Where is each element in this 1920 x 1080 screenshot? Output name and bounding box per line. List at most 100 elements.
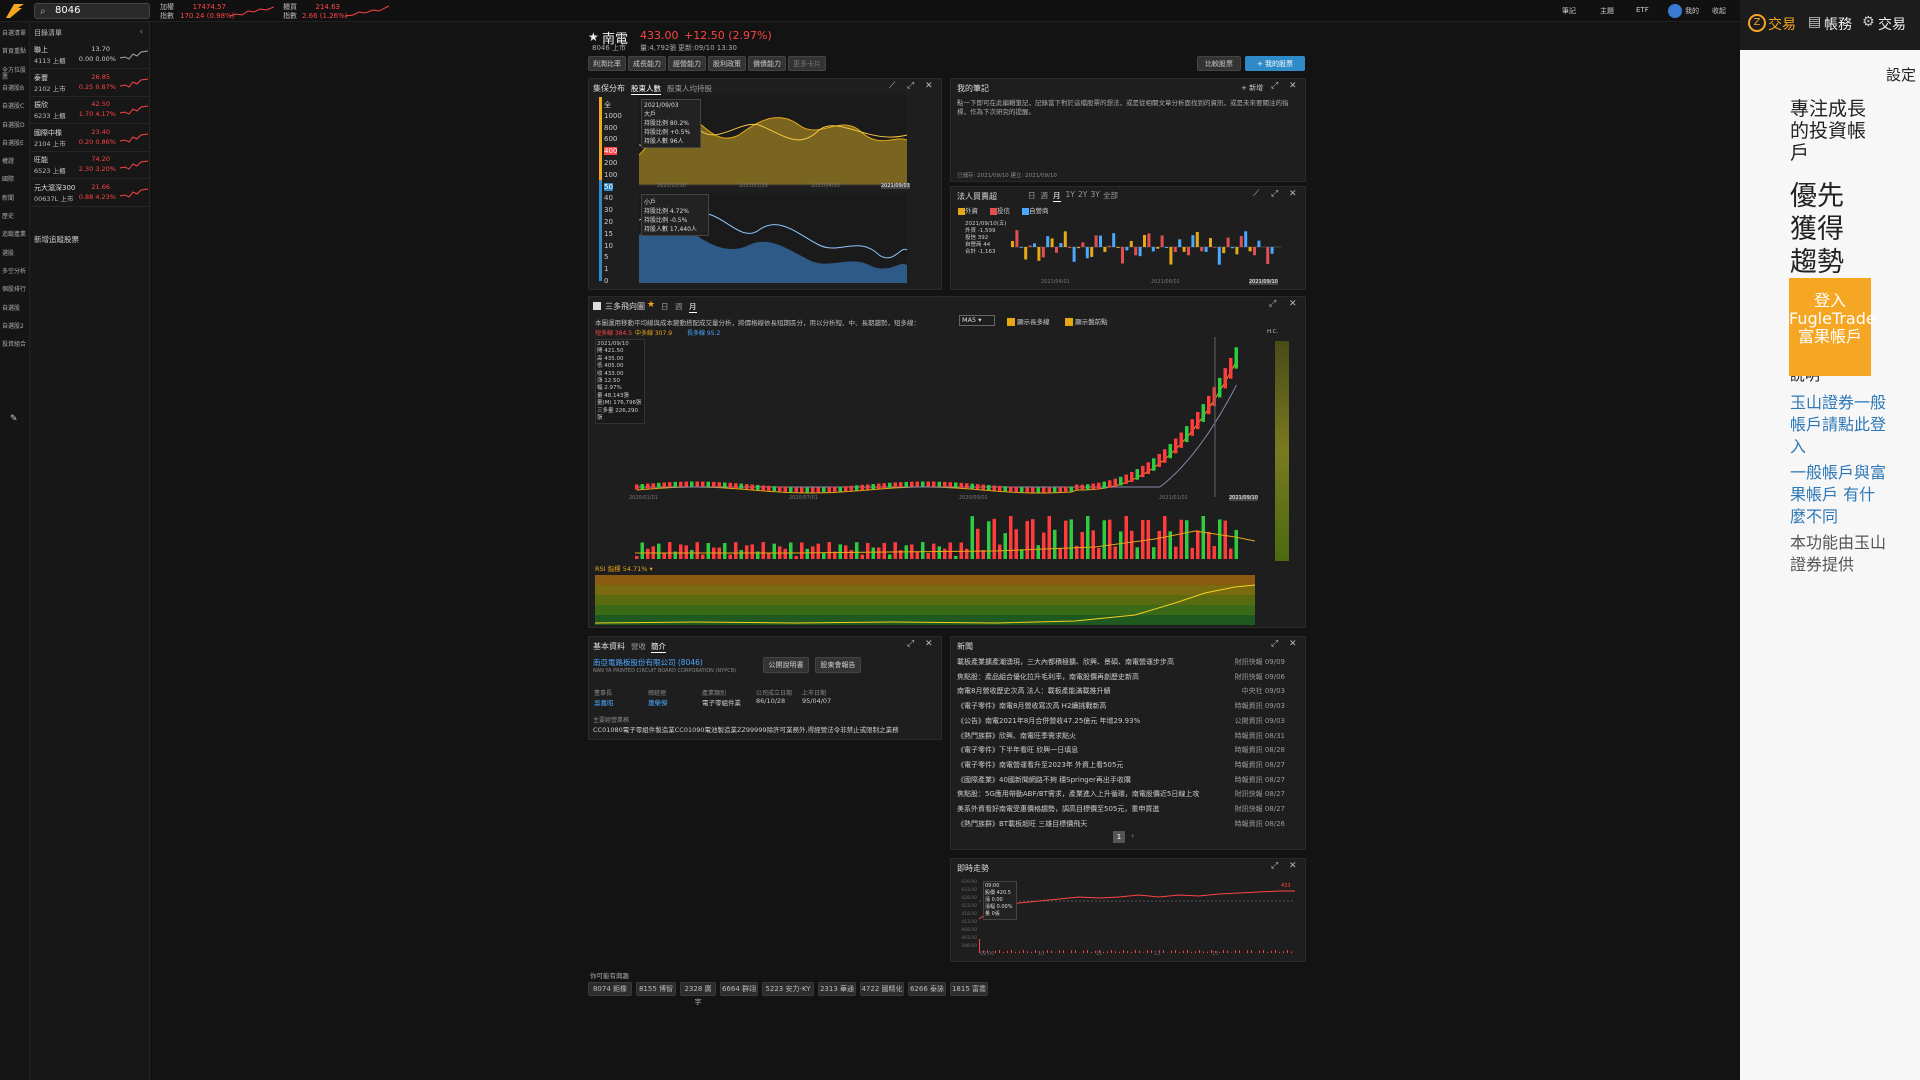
avatar[interactable] <box>1668 4 1682 18</box>
nav-item[interactable]: 多空分析 <box>2 268 28 275</box>
news-item[interactable]: 南電8月營收歷史次高 法人：載板產能滿載推升績 中央社 09/03 <box>951 684 1291 699</box>
trend-icon[interactable]: ⟋ <box>1253 189 1259 199</box>
holding-level[interactable]: 15 <box>604 230 613 238</box>
menu-me[interactable]: 我的 <box>1685 6 1699 16</box>
next-page-icon[interactable]: › <box>1131 831 1134 840</box>
toggle-long-line[interactable]: 顯示長多線 <box>1007 316 1050 326</box>
prospectus-button[interactable]: 公開說明書 <box>763 657 809 673</box>
nav-item[interactable]: 自選股C <box>2 103 28 110</box>
peer-stock-chip[interactable]: 1815 富喬 <box>950 982 988 996</box>
peer-stock-chip[interactable]: 2328 廣宇 <box>680 982 716 1006</box>
close-icon[interactable]: ✕ <box>1289 189 1297 199</box>
tab-day[interactable]: 日 <box>661 301 669 312</box>
nav-item[interactable]: 投資組合 <box>2 341 28 348</box>
inst-tab[interactable]: 3Y <box>1091 190 1100 199</box>
osc-label[interactable]: RSI 指標 54.71% ▾ <box>595 563 653 573</box>
peer-stock-chip[interactable]: 8155 博智 <box>636 982 676 996</box>
nav-item[interactable]: 權證 <box>2 158 28 165</box>
expand-icon[interactable]: ⤢ <box>1271 639 1278 649</box>
news-item[interactable]: 《國際產業》40國新聞網路不夠 穩Springer再出手收購 時報資訊 08/27 <box>951 773 1291 788</box>
settings-label[interactable]: 設定 <box>1886 64 1916 85</box>
tab-account[interactable]: 帳務 <box>1824 14 1852 34</box>
holding-level[interactable]: 10 <box>604 242 613 250</box>
menu-theme[interactable]: 主題 <box>1600 6 1614 16</box>
menu-notes[interactable]: 筆記 <box>1562 6 1576 16</box>
news-item[interactable]: 《熱門族群》BT載板超旺 三雄目標價飛天 時報資訊 08/26 <box>951 817 1291 832</box>
nav-item[interactable]: 新聞 <box>2 195 28 202</box>
nav-item[interactable]: 自選股 <box>2 305 28 312</box>
nav-item[interactable]: 自選股E <box>2 140 28 147</box>
news-item[interactable]: 焦點股：5G應用帶動ABF/BT需求，產業進入上升循環，南電股價近5日線上攻 財訊… <box>951 787 1291 802</box>
basic-field-value[interactable]: 蕭榮傑 <box>648 697 668 707</box>
news-item[interactable]: 載板產業擴產潮湧現，三大內都積極擴、欣興、景碩、南電營運步步高 財訊快報 09/0… <box>951 655 1291 670</box>
toolbar-button[interactable]: 成長能力 <box>628 56 666 71</box>
peer-stock-chip[interactable]: 6664 群翊 <box>720 982 758 996</box>
search-input[interactable]: ⌕ 8046 <box>34 3 150 19</box>
watchlist-row[interactable]: 振欣 6233 上櫃 42.50 1.70 4.17% <box>30 97 150 124</box>
tab-week[interactable]: 週 <box>675 301 683 312</box>
trend-icon[interactable]: ⟋ <box>889 81 895 91</box>
tab-avg-holding[interactable]: 股東人均持股 <box>667 83 712 94</box>
info-icon[interactable]: ★ <box>647 300 655 310</box>
compare-button[interactable]: 比較股票 <box>1197 56 1241 71</box>
inst-filter-checkbox[interactable]: 自營商 <box>1022 205 1049 215</box>
inst-tab[interactable]: 全部 <box>1103 190 1118 201</box>
add-note-button[interactable]: + 新增 <box>1241 83 1263 93</box>
nav-item[interactable]: 自選清單 <box>2 30 28 37</box>
nav-item[interactable]: 歷史 <box>2 213 28 220</box>
inst-tab[interactable]: 週 <box>1041 190 1049 201</box>
holding-level[interactable]: 5 <box>604 253 608 261</box>
holding-level[interactable]: 1000 <box>604 112 622 120</box>
watchlist-row[interactable]: 聯上 4113 上櫃 13.70 0.00 0.00% <box>30 42 150 69</box>
nav-item[interactable]: 首頁重點 <box>2 48 28 55</box>
nav-item[interactable]: 選股 <box>2 250 28 257</box>
toolbar-button[interactable]: 利潤比率 <box>588 56 626 71</box>
holding-level[interactable]: 50 <box>604 182 613 191</box>
peer-stock-chip[interactable]: 4722 國精化 <box>860 982 904 996</box>
menu-collapse[interactable]: 收起 <box>1712 6 1726 16</box>
news-item[interactable]: 焦點股：產品組合優化拉升毛利率，南電股價再創歷史新高 財訊快報 09/06 <box>951 670 1291 685</box>
news-item[interactable]: 《電子零件》南電營運看升至2023年 外資上看505元 時報資訊 08/27 <box>951 758 1291 773</box>
account-diff-link[interactable]: 一般帳戶與富果帳戶 有什麼不同 <box>1790 462 1886 528</box>
toolbar-button[interactable]: 經營能力 <box>668 56 706 71</box>
peer-stock-chip[interactable]: 6266 泰詠 <box>908 982 946 996</box>
nav-item[interactable]: 追蹤產業 <box>2 231 28 238</box>
tab-trade-2[interactable]: 交易 <box>1878 14 1906 34</box>
holding-level[interactable]: 200 <box>604 159 617 167</box>
expand-icon[interactable]: ⤢ <box>1271 81 1278 91</box>
close-icon[interactable]: ✕ <box>925 81 933 91</box>
my-stock-button[interactable]: + 我的股票 <box>1245 56 1305 71</box>
watchlist-header[interactable]: 目錄清單 <box>34 28 62 38</box>
pagination-current[interactable]: 1 <box>1113 831 1125 843</box>
basic-field-value[interactable]: 吳嘉昭 <box>594 697 614 707</box>
news-item[interactable]: 《公告》南電2021年8月合併營收47.25億元 年增29.93% 公開資訊 09… <box>951 714 1291 729</box>
holding-level[interactable]: 20 <box>604 218 613 226</box>
inst-filter-checkbox[interactable]: 投信 <box>990 205 1010 215</box>
nav-item[interactable]: 個股排行 <box>2 286 28 293</box>
index-otc[interactable]: 櫃買 指數 <box>283 3 297 21</box>
holding-level[interactable]: 400 <box>604 147 618 156</box>
close-icon[interactable]: ✕ <box>1289 639 1297 649</box>
watchlist-row[interactable]: 旺能 6523 上櫃 74.20 2.30 3.20% <box>30 152 150 179</box>
account-icon[interactable]: ▤ <box>1808 14 1821 30</box>
news-item[interactable]: 《熱門族群》欣興、南電旺季需求點火 時報資訊 08/31 <box>951 729 1291 744</box>
inst-tab[interactable]: 月 <box>1053 190 1061 202</box>
watchlist-row[interactable]: 泰豐 2102 上市 26.85 0.25 0.87% <box>30 70 150 97</box>
holding-level[interactable]: 1 <box>604 265 608 273</box>
collapse-icon[interactable]: ‹ <box>140 27 143 36</box>
close-icon[interactable]: ✕ <box>1289 861 1297 871</box>
watchlist-row[interactable]: 元大滬深300 00637L 上市 21.66 0.88 4.23% <box>30 180 150 207</box>
close-icon[interactable]: ✕ <box>925 639 933 649</box>
news-item[interactable]: 《電子零件》下半年看旺 欣興一日填息 時報資訊 08/28 <box>951 743 1291 758</box>
toolbar-button[interactable]: 股利政策 <box>708 56 746 71</box>
expand-icon[interactable]: ⤢ <box>1271 189 1278 199</box>
inst-tab[interactable]: 1Y <box>1066 190 1075 199</box>
toolbar-button[interactable]: 更多卡片 <box>788 56 826 71</box>
holding-level[interactable]: 800 <box>604 124 617 132</box>
add-watch-link[interactable]: 新增追蹤股票 <box>34 234 79 245</box>
menu-etf[interactable]: ETF <box>1636 6 1649 14</box>
ma-select[interactable]: MA5 ▾ <box>959 315 995 326</box>
peer-stock-chip[interactable]: 8074 鉅橡 <box>588 982 632 996</box>
index-taiex[interactable]: 加權 指數 <box>160 3 174 21</box>
expand-icon[interactable]: ⤢ <box>907 81 914 91</box>
